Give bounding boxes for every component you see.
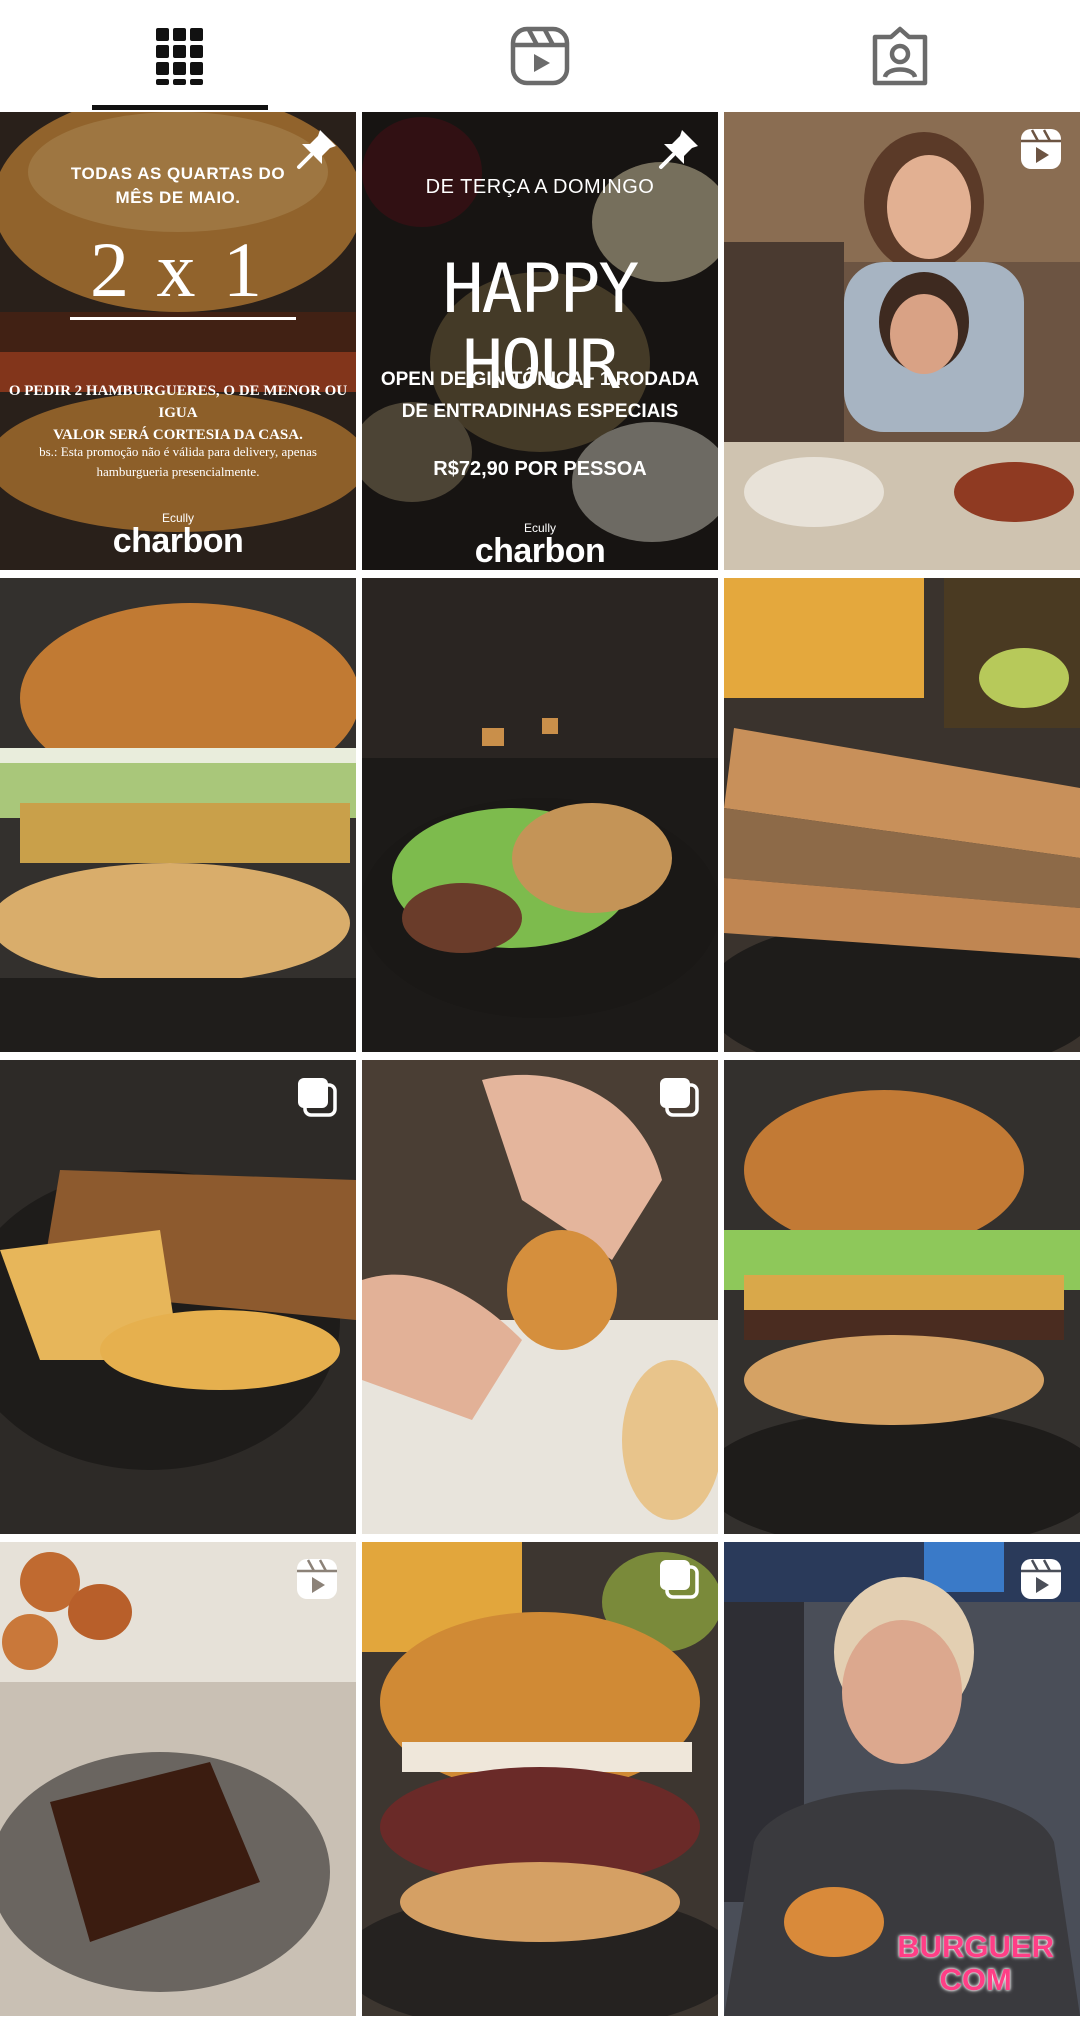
pinned-badge bbox=[294, 126, 340, 172]
pinned-badge bbox=[656, 126, 702, 172]
post-7-image bbox=[0, 1060, 356, 1534]
post-6[interactable] bbox=[724, 578, 1080, 1052]
reel-badge bbox=[1018, 1556, 1064, 1602]
reels-icon bbox=[510, 26, 570, 86]
carousel-icon bbox=[660, 1560, 699, 1599]
promo-title: DE TERÇA A DOMINGO bbox=[425, 176, 655, 198]
brand-name: charbon bbox=[112, 522, 244, 560]
profile-tab-bar bbox=[0, 0, 1080, 112]
post-4-image bbox=[0, 578, 356, 1052]
post-8-image bbox=[362, 1060, 718, 1534]
post-9[interactable] bbox=[724, 1060, 1080, 1534]
carousel-badge bbox=[656, 1074, 702, 1120]
divider bbox=[70, 317, 296, 320]
post-4[interactable] bbox=[0, 578, 356, 1052]
post-1[interactable]: TODAS AS QUARTAS DO MÊS DE MAIO. 2 x 1 O… bbox=[0, 112, 356, 570]
post-5[interactable] bbox=[362, 578, 718, 1052]
carousel-icon bbox=[660, 1078, 699, 1117]
active-tab-indicator bbox=[92, 105, 268, 110]
promo-headline: 2 x 1 bbox=[90, 226, 266, 313]
tagged-icon bbox=[872, 26, 928, 86]
post-2[interactable]: DE TERÇA A DOMINGO HAPPY HOUR OPEN DE GI… bbox=[362, 112, 718, 570]
brand-logo: Ecully charbon bbox=[362, 522, 718, 568]
tab-tagged[interactable] bbox=[720, 0, 1080, 112]
grid-icon bbox=[156, 28, 203, 85]
post-11-image bbox=[362, 1542, 718, 2016]
promo-body: OPEN DE GIN TÔNICA+ 1 RODADA DE ENTRADIN… bbox=[380, 369, 700, 422]
reels-icon bbox=[297, 1559, 337, 1599]
brand-name: charbon bbox=[474, 532, 606, 570]
promo-note: bs.: Esta promoção não é válida para del… bbox=[39, 444, 317, 479]
tab-reels[interactable] bbox=[360, 0, 720, 112]
promo-price: R$72,90 POR PESSOA bbox=[433, 458, 647, 480]
post-5-image bbox=[362, 578, 718, 1052]
pin-icon bbox=[297, 130, 336, 169]
carousel-icon bbox=[298, 1078, 337, 1117]
brand-logo: Ecully charbon bbox=[0, 512, 356, 558]
reel-badge bbox=[294, 1556, 340, 1602]
post-10[interactable] bbox=[0, 1542, 356, 2016]
post-9-image bbox=[724, 1060, 1080, 1534]
pin-icon bbox=[659, 130, 698, 169]
post-7[interactable] bbox=[0, 1060, 356, 1534]
post-6-image bbox=[724, 578, 1080, 1052]
reel-badge bbox=[1018, 126, 1064, 172]
carousel-badge bbox=[656, 1556, 702, 1602]
post-11[interactable] bbox=[362, 1542, 718, 2016]
reels-icon bbox=[1021, 1559, 1061, 1599]
post-12[interactable]: BURGUER COM bbox=[724, 1542, 1080, 2016]
post-8[interactable] bbox=[362, 1060, 718, 1534]
video-watermark: BURGUER COM bbox=[897, 1929, 1054, 1997]
promo-body: O PEDIR 2 HAMBURGUERES, O DE MENOR OU IG… bbox=[8, 383, 348, 443]
carousel-badge bbox=[294, 1074, 340, 1120]
post-10-image bbox=[0, 1542, 356, 2016]
post-3-image bbox=[724, 112, 1080, 570]
tab-posts-grid[interactable] bbox=[0, 0, 360, 112]
post-3[interactable] bbox=[724, 112, 1080, 570]
reels-icon bbox=[1021, 129, 1061, 169]
